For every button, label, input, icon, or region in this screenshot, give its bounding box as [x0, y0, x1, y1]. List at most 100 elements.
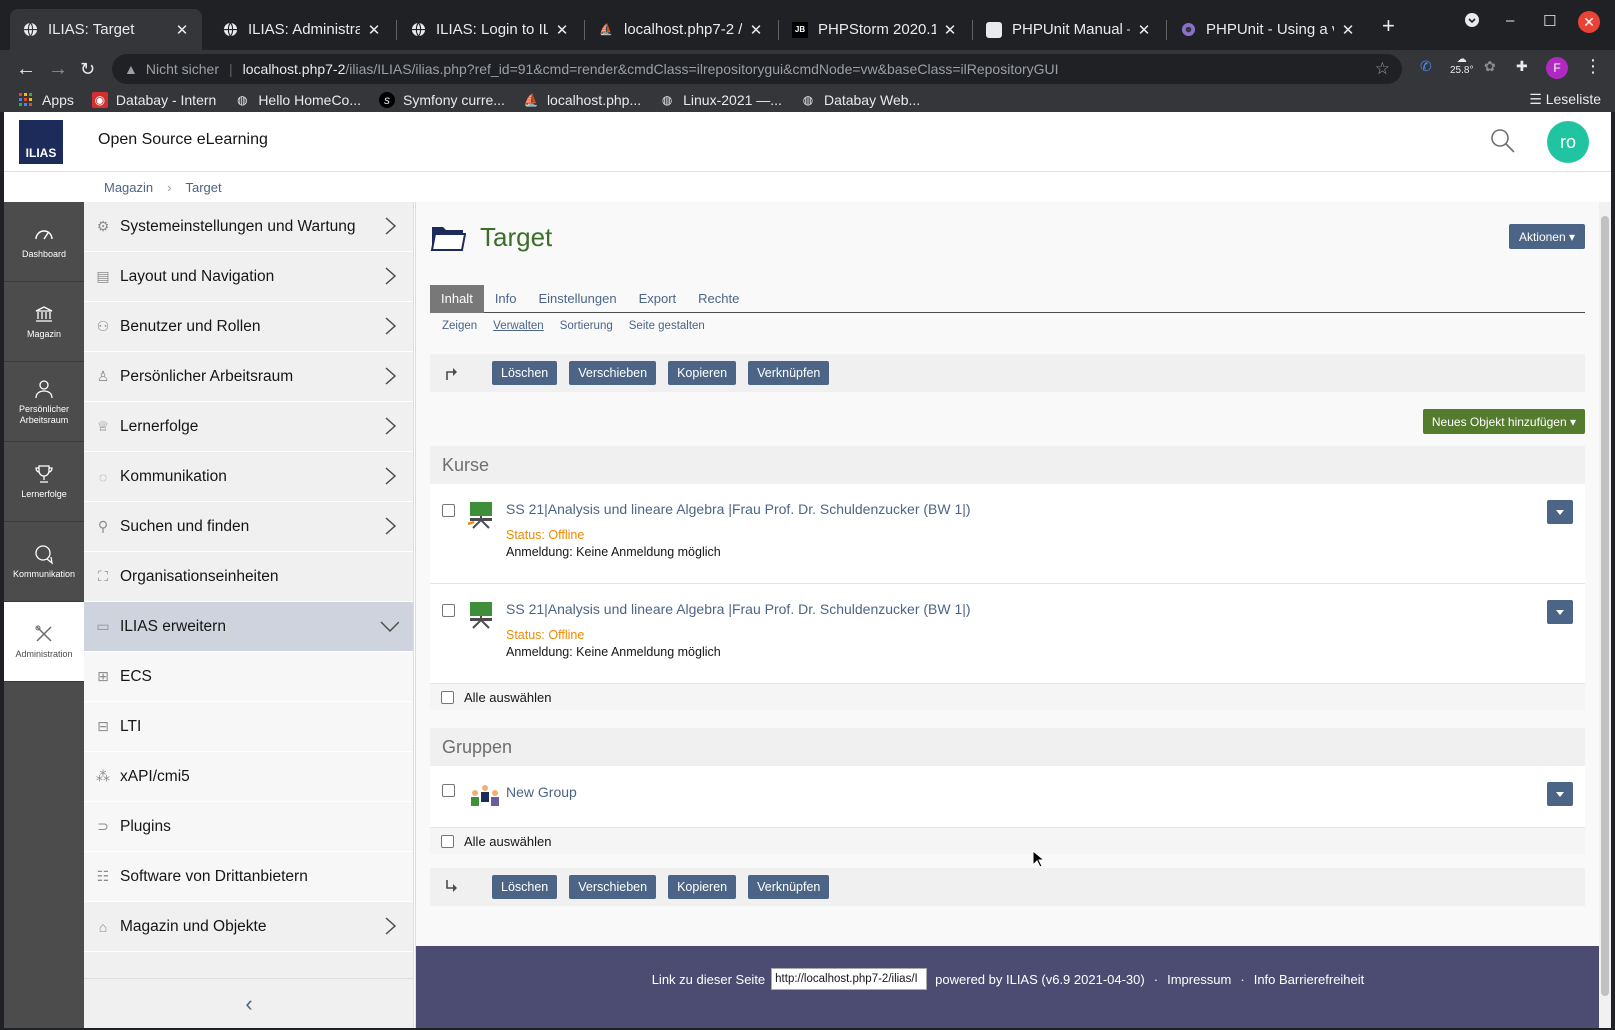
close-tab-icon[interactable]: ✕ [1340, 21, 1356, 39]
browser-tab[interactable]: PHPUnit Manual – ( ✕ [974, 9, 1164, 50]
back-icon[interactable]: ← [16, 57, 36, 81]
bookmark-apps[interactable]: Apps [18, 92, 74, 108]
select-all-checkbox[interactable] [441, 835, 454, 848]
slate-item-third-party[interactable]: ☷ Software von Drittanbietern [84, 852, 413, 902]
close-tab-icon[interactable]: ✕ [748, 21, 764, 39]
course-title-link[interactable]: SS 21|Analysis und lineare Algebra |Frau… [506, 501, 971, 517]
new-tab-button[interactable]: + [1382, 13, 1395, 39]
slate-item-lti[interactable]: ⊟ LTI [84, 702, 413, 752]
slate-item-personal-workspace[interactable]: ♙ Persönlicher Arbeitsraum [84, 352, 413, 402]
phone-icon[interactable]: ✆ [1420, 58, 1432, 75]
slate-item-achievements[interactable]: ♕ Lernerfolge [84, 402, 413, 452]
tab-info[interactable]: Info [484, 285, 528, 313]
slate-item-layout[interactable]: ▤ Layout und Navigation [84, 252, 413, 302]
course-checkbox[interactable] [442, 504, 455, 517]
tab-settings[interactable]: Einstellungen [528, 285, 628, 313]
slate-item-repository-objects[interactable]: ⌂ Magazin und Objekte [84, 902, 413, 952]
copy-button[interactable]: Kopieren [668, 361, 737, 385]
course-actions-dropdown[interactable] [1547, 500, 1573, 524]
add-new-object-button[interactable]: Neues Objekt hinzufügen ▾ [1422, 409, 1585, 434]
breadcrumb-item[interactable]: Target [185, 180, 221, 195]
delete-button[interactable]: Löschen [492, 361, 558, 385]
content-scrollbar[interactable] [1599, 202, 1611, 1028]
bookmark-item[interactable]: s Symfony curre... [379, 92, 505, 108]
tab-export[interactable]: Export [628, 285, 688, 313]
extension-gear-icon[interactable]: ✿ [1484, 58, 1496, 75]
actions-dropdown-button[interactable]: Aktionen ▾ [1508, 224, 1585, 249]
window-close-icon[interactable]: ✕ [1578, 11, 1600, 33]
impressum-link[interactable]: Impressum [1167, 972, 1231, 987]
slate-item-search[interactable]: ⚲ Suchen und finden [84, 502, 413, 552]
slate-item-system-settings[interactable]: ⚙ Systemeinstellungen und Wartung [84, 202, 413, 252]
link-button[interactable]: Verknüpfen [748, 875, 830, 899]
mainbar-item-dashboard[interactable]: Dashboard [4, 202, 84, 282]
scrollbar-thumb[interactable] [1601, 216, 1609, 996]
subtab-sorting[interactable]: Sortierung [560, 320, 613, 332]
mainbar-item-administration[interactable]: Administration [4, 602, 84, 682]
user-avatar[interactable]: ro [1547, 121, 1589, 163]
browser-tab[interactable]: ILIAS: Login to ILIA ✕ [398, 9, 582, 50]
close-tab-icon[interactable]: ✕ [554, 21, 570, 39]
close-tab-icon[interactable]: ✕ [366, 21, 382, 39]
reading-list-button[interactable]: ☰ Leseliste [1529, 91, 1601, 108]
permalink-field[interactable] [771, 968, 928, 990]
group-checkbox[interactable] [442, 784, 455, 797]
bookmark-item[interactable]: ◍ Databay Web... [800, 92, 921, 108]
browser-tab[interactable]: ILIAS: Target ✕ [10, 9, 202, 50]
browser-tab[interactable]: ⛵ localhost.php7-2 / l ✕ [586, 9, 776, 50]
collapse-slate-button[interactable]: ‹ [84, 978, 414, 1028]
weather-icon[interactable]: ☁ 25.8° [1450, 54, 1473, 76]
course-title-link[interactable]: SS 21|Analysis und lineare Algebra |Frau… [506, 601, 971, 617]
forward-icon[interactable]: → [48, 57, 68, 81]
subtab-show[interactable]: Zeigen [442, 320, 477, 332]
reload-icon[interactable]: ↻ [80, 57, 95, 81]
move-button[interactable]: Verschieben [569, 875, 657, 899]
browser-tab[interactable]: JB PHPStorm 2020.1 c ✕ [780, 9, 970, 50]
slate-item-org-units[interactable]: ⛶ Organisationseinheiten [84, 552, 413, 602]
bookmark-item[interactable]: ◍ Hello HomeCo... [234, 92, 361, 108]
breadcrumb-item[interactable]: Magazin [104, 180, 153, 195]
mainbar-item-achievements[interactable]: Lernerfolge [4, 442, 84, 522]
tab-search-icon[interactable] [1464, 12, 1480, 32]
course-actions-dropdown[interactable] [1547, 600, 1573, 624]
group-title-link[interactable]: New Group [506, 784, 577, 800]
close-tab-icon[interactable]: ✕ [174, 21, 190, 39]
bookmark-item[interactable]: ⛵ localhost.php... [523, 92, 641, 108]
close-tab-icon[interactable]: ✕ [942, 21, 958, 39]
select-all-checkbox[interactable] [441, 691, 454, 704]
link-button[interactable]: Verknüpfen [748, 361, 830, 385]
mainbar-item-communication[interactable]: Kommunikation [4, 522, 84, 602]
accessibility-link[interactable]: Info Barrierefreiheit [1254, 972, 1365, 987]
bookmark-item[interactable]: ◍ Linux-2021 —... [659, 92, 782, 108]
browser-tab[interactable]: ILIAS: Administrati ✕ [210, 9, 394, 50]
browser-menu-icon[interactable]: ⋮ [1584, 56, 1602, 77]
slate-item-extend-ilias[interactable]: ▭ ILIAS erweitern [84, 602, 413, 652]
bookmark-item[interactable]: ◉ Databay - Intern [91, 92, 216, 108]
minimize-icon[interactable]: – [1506, 12, 1514, 29]
move-button[interactable]: Verschieben [569, 361, 657, 385]
subtab-manage[interactable]: Verwalten [493, 320, 544, 332]
delete-button[interactable]: Löschen [492, 875, 558, 899]
address-bar[interactable]: ▲ Nicht sicher | localhost.php7-2/ilias/… [112, 54, 1402, 84]
maximize-icon[interactable]: ☐ [1543, 12, 1556, 30]
tab-permissions[interactable]: Rechte [687, 285, 750, 313]
browser-tab[interactable]: PHPUnit - Using a v ✕ [1168, 9, 1368, 50]
extensions-puzzle-icon[interactable]: ✚ [1516, 58, 1528, 75]
search-icon[interactable] [1490, 128, 1516, 154]
subtab-page-edit[interactable]: Seite gestalten [629, 320, 705, 332]
slate-item-xapi[interactable]: ⁂ xAPI/cmi5 [84, 752, 413, 802]
slate-item-plugins[interactable]: ⊃ Plugins [84, 802, 413, 852]
slate-item-users-roles[interactable]: ⚇ Benutzer und Rollen [84, 302, 413, 352]
slate-item-communication[interactable]: ◌ Kommunikation [84, 452, 413, 502]
course-checkbox[interactable] [442, 604, 455, 617]
bookmark-star-icon[interactable]: ☆ [1375, 59, 1390, 79]
mainbar-item-magazin[interactable]: Magazin [4, 282, 84, 362]
slate-item-ecs[interactable]: ⊞ ECS [84, 652, 413, 702]
tab-inhalt[interactable]: Inhalt [430, 285, 484, 313]
group-actions-dropdown[interactable] [1547, 782, 1573, 806]
profile-avatar[interactable]: F [1546, 57, 1568, 79]
ilias-logo[interactable]: ILIAS [19, 120, 63, 164]
mainbar-item-personal-workspace[interactable]: Persönlicher Arbeitsraum [4, 362, 84, 442]
close-tab-icon[interactable]: ✕ [1136, 21, 1152, 39]
copy-button[interactable]: Kopieren [668, 875, 737, 899]
